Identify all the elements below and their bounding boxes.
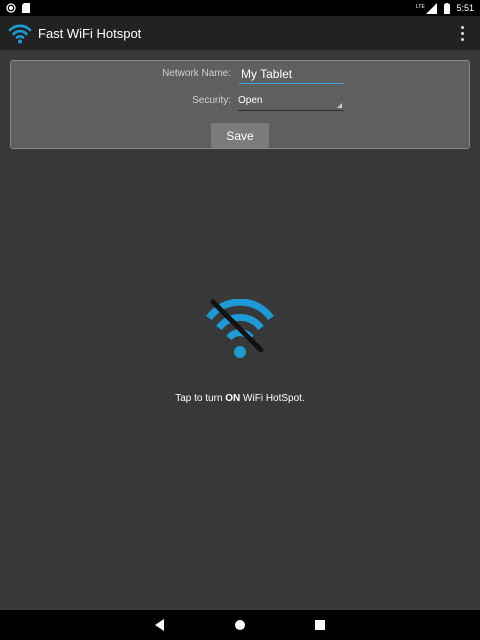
status-left bbox=[6, 3, 30, 13]
home-icon[interactable] bbox=[230, 615, 250, 635]
overflow-dot bbox=[460, 37, 464, 41]
clock: 5:51 bbox=[456, 3, 474, 13]
hotspot-instruction: Tap to turn ON WiFi HotSpot. bbox=[0, 393, 480, 404]
overflow-dot bbox=[460, 31, 464, 35]
dropdown-arrow-icon bbox=[337, 103, 342, 108]
status-right: LTE 5:51 bbox=[416, 2, 474, 14]
network-name-label: Network Name: bbox=[162, 68, 231, 79]
instruction-prefix: Tap to turn bbox=[175, 393, 226, 404]
settings-panel: Network Name: Security: Open Save bbox=[10, 60, 470, 149]
instruction-suffix: WiFi HotSpot. bbox=[240, 393, 305, 404]
record-icon bbox=[6, 3, 16, 13]
hotspot-toggle-button[interactable] bbox=[203, 298, 277, 361]
status-bar: LTE 5:51 bbox=[0, 0, 480, 16]
security-row: Security: Open bbox=[11, 91, 471, 111]
overflow-dot bbox=[460, 25, 464, 29]
back-icon[interactable] bbox=[150, 616, 170, 634]
security-dropdown[interactable]: Open bbox=[238, 91, 344, 111]
wifi-off-icon bbox=[206, 298, 274, 358]
lte-label: LTE bbox=[416, 4, 425, 10]
app-title: Fast WiFi Hotspot bbox=[38, 25, 142, 41]
recents-icon[interactable] bbox=[310, 615, 330, 635]
instruction-emphasis: ON bbox=[225, 393, 241, 404]
navigation-bar bbox=[0, 610, 480, 640]
network-name-input[interactable] bbox=[239, 64, 344, 84]
battery-icon bbox=[444, 2, 451, 14]
lte-signal-icon: LTE bbox=[416, 2, 438, 14]
overflow-menu-icon[interactable] bbox=[452, 21, 472, 45]
security-label: Security: bbox=[192, 95, 231, 106]
sd-card-icon bbox=[22, 3, 30, 13]
save-button[interactable]: Save bbox=[211, 123, 269, 148]
wifi-icon bbox=[8, 24, 32, 44]
security-value: Open bbox=[238, 95, 263, 106]
app-bar: Fast WiFi Hotspot bbox=[0, 16, 480, 50]
network-name-row: Network Name: bbox=[11, 64, 471, 84]
